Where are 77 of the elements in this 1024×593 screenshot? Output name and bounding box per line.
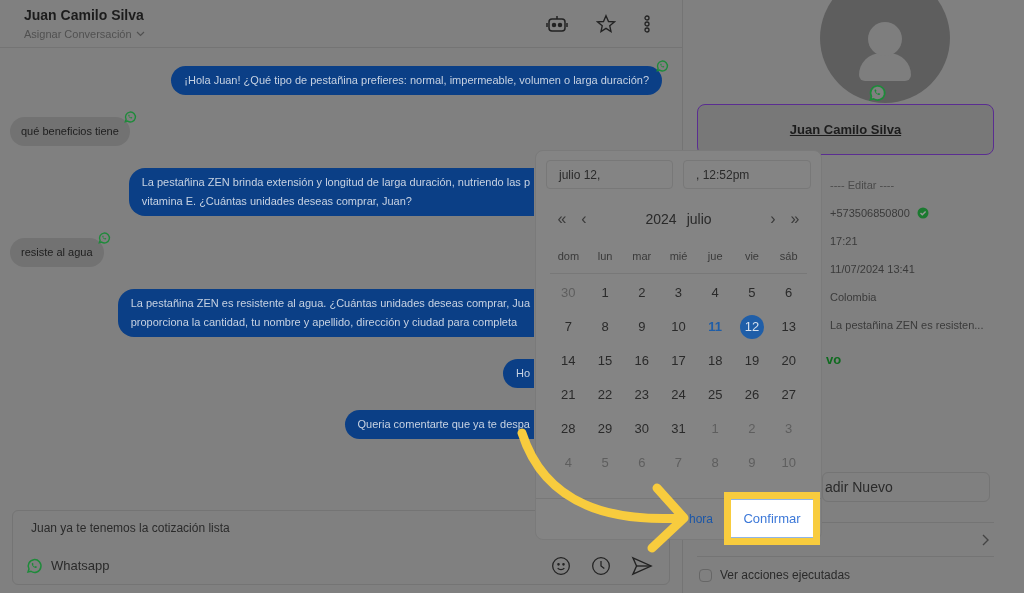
calendar-day[interactable]: 12 xyxy=(739,314,764,339)
calendar-day[interactable]: 28 xyxy=(556,416,581,441)
outgoing-message: La pestañina ZEN brinda extensión y longitud de larga duración, nutriendo las p vitamina E. ¿Cuántas unidades deseas comprar, Juan? xyxy=(128,168,534,216)
calendar-day[interactable]: 5 xyxy=(739,280,764,305)
robot-icon[interactable] xyxy=(546,13,568,34)
channel-label: Whatsapp xyxy=(51,557,111,576)
send-icon[interactable] xyxy=(631,556,653,576)
calendar-day[interactable]: 15 xyxy=(593,348,618,373)
outgoing-message: Queria comentarte que ya te despa xyxy=(344,410,534,439)
calendar-day[interactable]: 18 xyxy=(703,348,728,373)
month-label[interactable]: julio xyxy=(686,208,712,230)
contact-field-value: 11/07/2024 13:41 xyxy=(830,261,915,277)
next-year-button[interactable]: » xyxy=(787,207,803,231)
calendar-day[interactable]: 24 xyxy=(666,382,691,407)
checkbox-label: Ver acciones ejecutadas xyxy=(720,567,851,584)
star-icon[interactable] xyxy=(596,13,616,34)
whatsapp-icon xyxy=(655,59,669,73)
previous-month-button[interactable]: ‹ xyxy=(576,207,592,231)
contact-name-link[interactable]: Juan Camilo Silva xyxy=(789,119,902,140)
weekday-label: lun xyxy=(596,249,614,264)
calendar-day[interactable]: 6 xyxy=(776,280,801,305)
now-link[interactable]: hora xyxy=(688,510,713,528)
calendar-day[interactable]: 3 xyxy=(666,280,691,305)
calendar-day[interactable]: 14 xyxy=(556,348,581,373)
confirm-button[interactable]: Confirmar xyxy=(731,499,813,538)
whatsapp-icon xyxy=(122,110,137,124)
calendar-day[interactable]: 13 xyxy=(776,314,801,339)
calendar-day[interactable]: 26 xyxy=(739,382,764,407)
calendar-day[interactable]: 7 xyxy=(556,314,581,339)
status-label: vo xyxy=(826,351,842,370)
chevron-down-icon xyxy=(135,31,145,37)
calendar-day[interactable]: 25 xyxy=(703,382,728,407)
weekday-label: mié xyxy=(668,249,689,264)
weekday-label: vie xyxy=(743,249,760,264)
year-label[interactable]: 2024 xyxy=(645,208,677,230)
calendar-day[interactable]: 10 xyxy=(666,314,691,339)
calendar-day[interactable]: 20 xyxy=(776,348,801,373)
outgoing-message: Ho xyxy=(502,359,534,388)
chevron-right-icon[interactable] xyxy=(982,533,990,546)
date-field[interactable]: julio 12, xyxy=(546,160,673,189)
phone-number: +573506850800 xyxy=(830,205,910,221)
contact-name: Juan Camilo Silva xyxy=(24,5,145,25)
previous-year-button[interactable]: « xyxy=(554,207,570,231)
calendar-day[interactable]: 27 xyxy=(776,382,801,407)
clock-icon[interactable] xyxy=(591,556,611,576)
weekday-label: jue xyxy=(706,249,724,264)
calendar-day[interactable]: 16 xyxy=(629,348,654,373)
calendar-day[interactable]: 9 xyxy=(629,314,654,339)
whatsapp-icon xyxy=(867,83,887,103)
calendar-day[interactable]: 2 xyxy=(629,280,654,305)
whatsapp-icon xyxy=(25,557,43,575)
calendar-day[interactable]: 22 xyxy=(593,382,618,407)
emoji-icon[interactable] xyxy=(551,556,571,576)
add-new-button[interactable]: adir Nuevo xyxy=(822,472,990,502)
calendar-day[interactable]: 1 xyxy=(593,280,618,305)
calendar-day[interactable]: 19 xyxy=(739,348,764,373)
calendar-day[interactable]: 30 xyxy=(629,416,654,441)
weekday-label: mar xyxy=(631,249,653,264)
next-month-button[interactable]: › xyxy=(765,207,781,231)
outgoing-message: La pestañina ZEN es resistente al agua. ¿Cuántas unidades deseas comprar, Jua proporciona la cantidad, tu nombre y apellido, dirección y ciudad para completa xyxy=(117,289,534,337)
calendar-day[interactable]: 23 xyxy=(629,382,654,407)
contact-field-value: La pestañina ZEN es resisten... xyxy=(830,317,984,333)
calendar-day[interactable]: 4 xyxy=(703,280,728,305)
calendar-day[interactable]: 8 xyxy=(593,314,618,339)
whatsapp-icon xyxy=(96,231,111,245)
weekday-label: sáb xyxy=(778,249,799,264)
verified-badge-icon xyxy=(916,207,929,219)
contact-field-value: 17:21 xyxy=(830,233,858,249)
calendar-day[interactable]: 17 xyxy=(666,348,691,373)
weekday-label: dom xyxy=(556,249,581,264)
checkbox[interactable] xyxy=(699,568,712,582)
calendar-day[interactable]: 29 xyxy=(593,416,618,441)
more-options-icon[interactable] xyxy=(644,14,650,33)
time-field[interactable]: , 12:52pm xyxy=(683,160,811,189)
calendar-day[interactable]: 31 xyxy=(666,416,691,441)
calendar-day[interactable]: 21 xyxy=(556,382,581,407)
contact-field-value: Colombia xyxy=(830,289,877,305)
